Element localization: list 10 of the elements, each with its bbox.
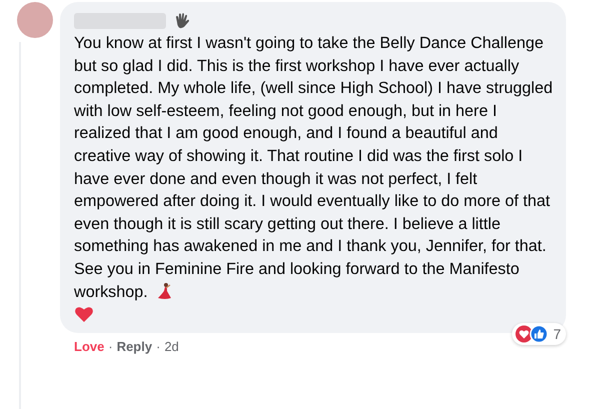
timestamp[interactable]: 2d bbox=[164, 339, 179, 354]
reaction-icons bbox=[515, 325, 550, 344]
reply-link[interactable]: Reply bbox=[116, 339, 152, 354]
separator-dot: · bbox=[108, 339, 113, 354]
separator-dot: · bbox=[156, 339, 160, 354]
heart-icon bbox=[74, 305, 94, 324]
react-link[interactable]: Love bbox=[74, 339, 104, 354]
reaction-count[interactable]: 7 bbox=[512, 323, 566, 346]
avatar-placeholder[interactable] bbox=[17, 2, 53, 38]
comment-text: You know at first I wasn't going to take the Belly Dance Challenge but so glad I did. This is the first workshop I have ever actually completed. My whole life, (well since High School) I have struggled with low self-esteem, feeling not good enough, but in here I realized that I am good enough, and I found a beautiful and creative way of showing it. That routine I did was the first solo I have ever done and even though it was not perfect, I felt empowered after doing it. I would eventually like to do more of that even though it is still scary getting out there. I believe a little something has awakened in me and I thank you, Jennifer, for that. See you in Feminine Fire and looking forward to the Manifesto workshop. bbox=[74, 33, 554, 303]
